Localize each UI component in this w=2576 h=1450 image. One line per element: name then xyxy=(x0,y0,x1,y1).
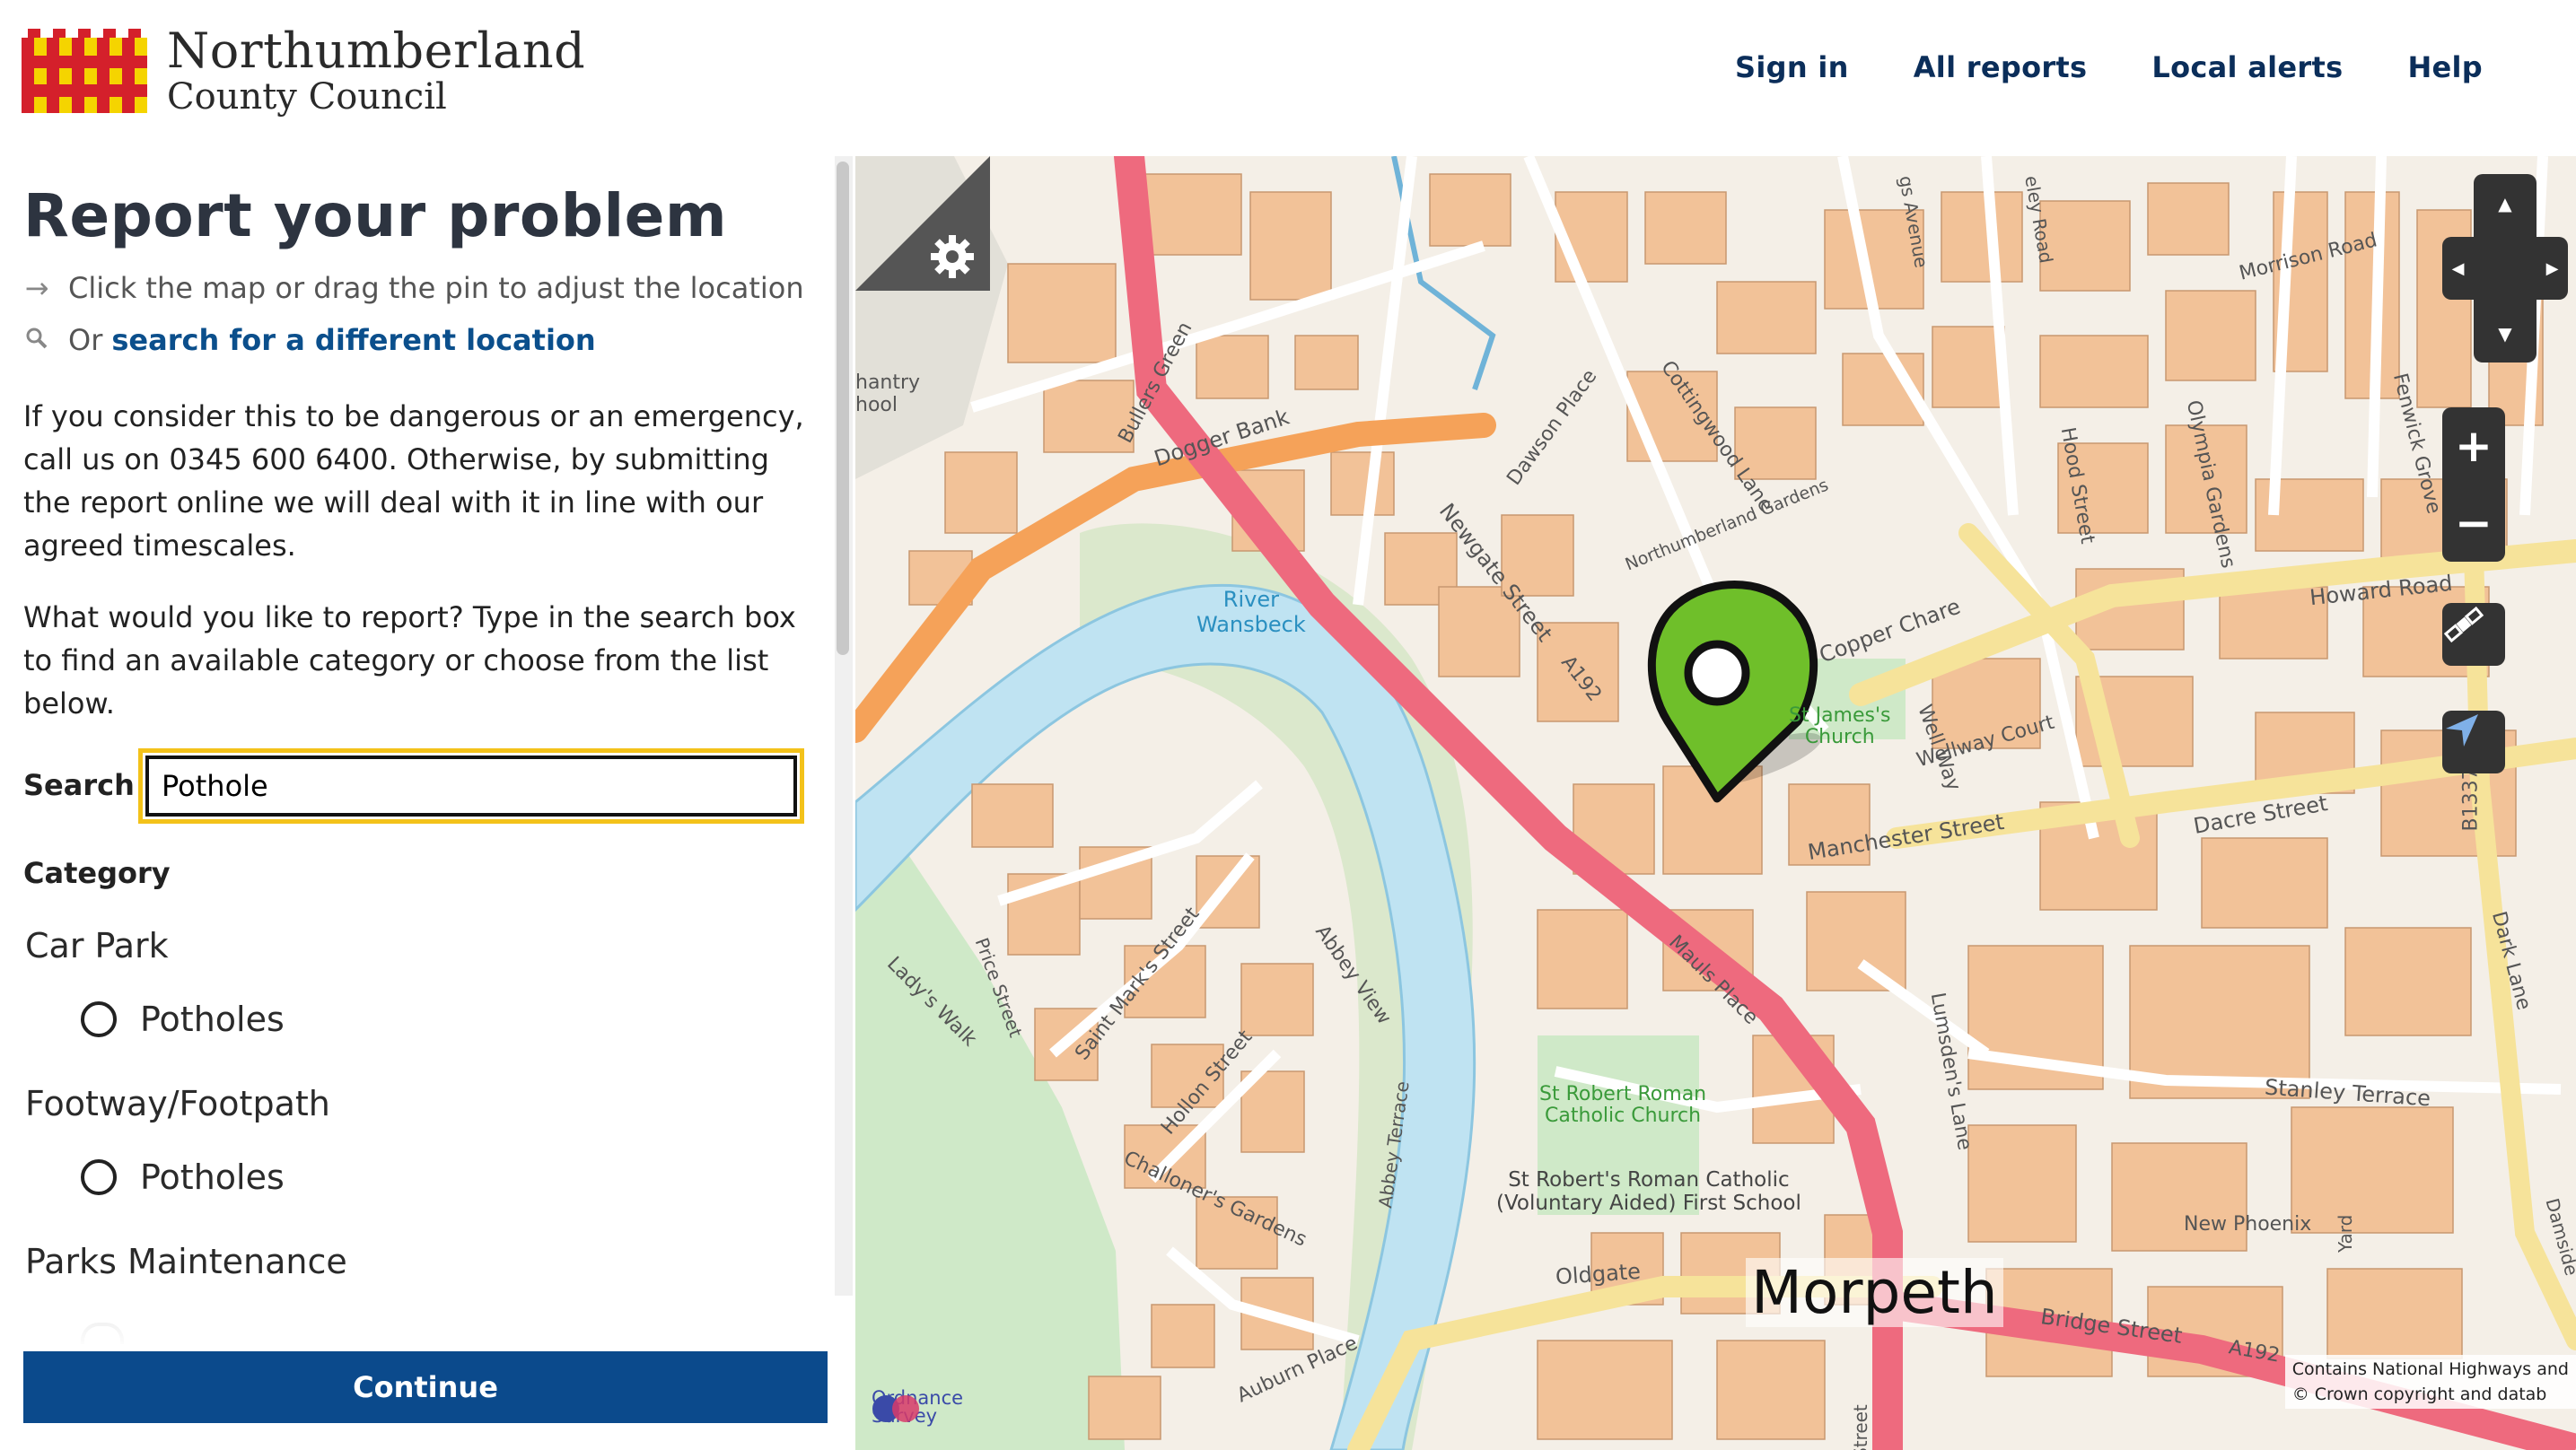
group-car-park: Car Park xyxy=(25,926,169,965)
sidebar-scrollbar[interactable] xyxy=(837,162,849,655)
nav-all-reports[interactable]: All reports xyxy=(1914,50,2088,84)
site-header: Northumberland County Council Sign in Al… xyxy=(0,0,2576,156)
radio-button[interactable] xyxy=(81,1159,117,1195)
hint-search: Or search for a different location xyxy=(23,323,596,357)
ordnance-survey-logo: Ordnance Survey xyxy=(872,1389,963,1426)
category-search-input[interactable] xyxy=(145,756,797,817)
option-label: Potholes xyxy=(140,1157,285,1197)
gear-icon xyxy=(931,235,974,278)
page-title: Report your problem xyxy=(23,181,728,250)
map-label-chantry: hantry hool xyxy=(855,371,921,416)
hint-drag: → Click the map or drag the pin to adjus… xyxy=(23,271,804,305)
option-footway-potholes[interactable]: Potholes xyxy=(81,1157,285,1197)
instructions-text: What would you like to report? Type in t… xyxy=(23,600,796,721)
pan-left-button[interactable]: ◀ xyxy=(2442,237,2474,300)
hint-or-text: Or xyxy=(68,323,103,357)
map-label-st-robert-church: St Robert Roman Catholic Church xyxy=(1539,1083,1707,1127)
map-settings-button[interactable] xyxy=(855,156,990,291)
attribution-line-2: © Crown copyright and datab xyxy=(2291,1384,2547,1404)
radio-button[interactable] xyxy=(81,1001,117,1037)
location-arrow-icon xyxy=(2446,714,2478,747)
option-car-park-potholes[interactable]: Potholes xyxy=(81,1000,285,1039)
zoom-control: + − xyxy=(2442,407,2505,562)
hint-drag-text: Click the map or drag the pin to adjust … xyxy=(68,271,804,305)
map-attribution[interactable]: Contains National Highways and © Crown c… xyxy=(2284,1355,2576,1409)
brand-name[interactable]: Northumberland County Council xyxy=(167,22,586,118)
council-logo[interactable] xyxy=(22,29,147,113)
option-label: Potholes xyxy=(140,1000,285,1039)
group-parks: Parks Maintenance xyxy=(25,1242,347,1281)
brand-line-1: Northumberland xyxy=(167,22,586,79)
os-logo-icon xyxy=(872,1395,919,1422)
search-icon xyxy=(23,323,50,357)
pan-down-button[interactable]: ▼ xyxy=(2474,304,2537,362)
geolocate-button[interactable] xyxy=(2442,711,2505,773)
main-nav: Sign in All reports Local alerts Help xyxy=(1735,50,2483,84)
category-label: Category xyxy=(23,856,171,890)
nav-local-alerts[interactable]: Local alerts xyxy=(2151,50,2343,84)
brand-line-2: County Council xyxy=(167,76,447,118)
map-label-town: Morpeth xyxy=(1746,1258,2003,1327)
group-footway: Footway/Footpath xyxy=(25,1084,330,1123)
map-label-yard: Yard xyxy=(2335,1214,2356,1253)
map-label-b1337: B1337 xyxy=(2459,767,2483,832)
attribution-line-1: Contains National Highways and xyxy=(2291,1359,2569,1379)
nav-sign-in[interactable]: Sign in xyxy=(1735,50,1849,84)
map[interactable]: hantry hool Dogger Bank Bullers Green Riv… xyxy=(855,156,2576,1450)
search-focus-ring xyxy=(138,748,804,824)
pan-right-button[interactable]: ▶ xyxy=(2537,237,2568,300)
satellite-icon xyxy=(2443,606,2484,643)
map-label-st-robert-school: St Robert's Roman Catholic (Voluntary Aid… xyxy=(1496,1168,1801,1215)
arrow-right-icon: → xyxy=(24,271,49,305)
report-sidebar: Report your problem → Click the map or d… xyxy=(0,156,835,1450)
map-label-new-phoenix: New Phoenix xyxy=(2184,1213,2312,1236)
search-different-location-link[interactable]: search for a different location xyxy=(111,323,595,357)
continue-button[interactable]: Continue xyxy=(23,1351,828,1423)
emergency-text: If you consider this to be dangerous or … xyxy=(23,399,804,563)
zoom-out-button[interactable]: − xyxy=(2455,485,2493,562)
map-label-st-james: St James's Church xyxy=(1789,704,1891,748)
fade-overlay xyxy=(0,1278,835,1350)
nav-help[interactable]: Help xyxy=(2407,50,2483,84)
satellite-toggle-button[interactable] xyxy=(2442,603,2505,666)
pan-up-button[interactable]: ▲ xyxy=(2474,174,2537,232)
search-label: Search xyxy=(23,768,135,802)
map-label-bridge-street-v: Street xyxy=(1850,1404,1871,1450)
map-label-river: River Wansbeck xyxy=(1196,587,1306,637)
zoom-in-button[interactable]: + xyxy=(2455,407,2493,485)
pan-control: ▲ ▼ ◀ ▶ xyxy=(2442,174,2568,362)
